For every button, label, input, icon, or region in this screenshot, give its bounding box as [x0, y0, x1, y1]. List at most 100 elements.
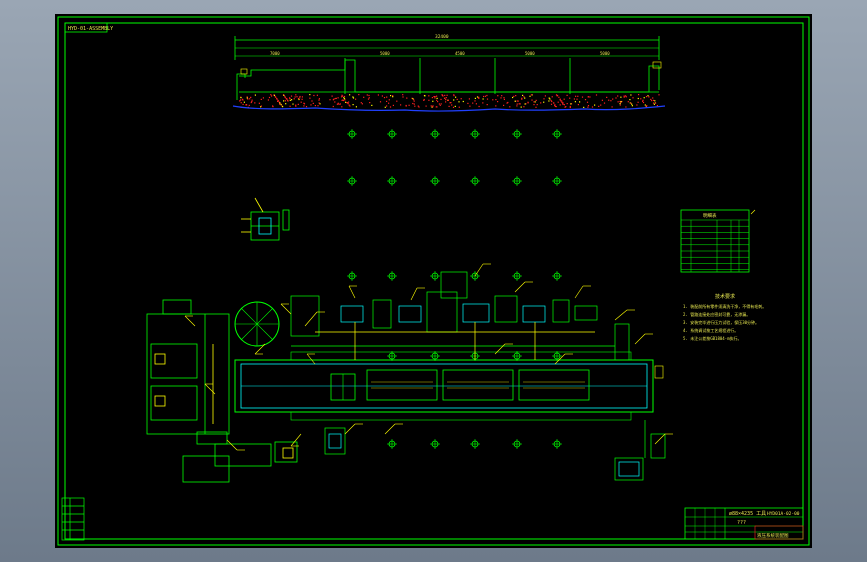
soil-dot — [368, 94, 370, 97]
soil-dot — [434, 97, 436, 99]
soil-dot — [379, 101, 382, 103]
soil-dot — [576, 98, 578, 100]
soil-dot — [371, 104, 373, 106]
soil-dot — [289, 105, 291, 107]
soil-dot — [294, 96, 296, 98]
pile-marker — [470, 129, 480, 139]
soil-dot — [297, 97, 300, 100]
soil-dot — [309, 94, 311, 96]
pile-marker — [347, 176, 357, 186]
soil-dot — [289, 99, 291, 101]
soil-dot — [289, 98, 291, 100]
soil-dot — [612, 98, 614, 100]
note-4: 4. 系统调试按工艺规程进行。 — [683, 327, 738, 333]
soil-dot — [452, 106, 455, 108]
soil-dot — [497, 95, 499, 97]
pile-marker — [387, 439, 397, 449]
soil-dot — [250, 96, 252, 98]
soil-dot — [486, 98, 489, 100]
pile-marker — [347, 129, 357, 139]
soil-dot — [352, 104, 354, 106]
elevation-view: 32400 7000 5000 4500 5000 5000 — [232, 34, 666, 112]
soil-dot — [468, 98, 470, 100]
soil-dot — [579, 101, 581, 103]
drawing-number: ø88×4235 工具 — [729, 511, 766, 517]
detail-view — [241, 197, 290, 241]
soil-dot — [436, 95, 438, 97]
soil-dot — [342, 99, 344, 101]
soil-dot — [437, 101, 439, 103]
pile-marker — [430, 176, 440, 186]
soil-dot — [301, 96, 303, 98]
soil-dot — [474, 100, 476, 102]
cad-drawing[interactable]: HYD-01-ASSEMBLY 32400 7000 5000 4500 500… — [55, 14, 812, 548]
soil-dot — [245, 104, 248, 106]
soil-dot — [553, 102, 555, 104]
soil-dot — [260, 105, 262, 107]
soil-dot — [384, 106, 386, 108]
soil-dot — [551, 96, 553, 98]
soil-dot — [534, 101, 536, 103]
soil-dot — [611, 106, 613, 108]
top-dim-5: 5000 — [600, 51, 610, 56]
soil-dot — [301, 98, 303, 100]
pile-marker — [552, 129, 562, 139]
soil-dot — [551, 100, 553, 103]
soil-dot — [254, 102, 256, 104]
soil-dot — [503, 98, 505, 100]
soil-dot — [284, 100, 286, 102]
soil-dot — [402, 96, 404, 98]
soil-dot — [566, 103, 568, 105]
title-footer: 液压系统装配图 — [757, 532, 789, 539]
soil-dot — [631, 105, 633, 107]
soil-dot — [527, 102, 529, 104]
soil-dot — [476, 96, 479, 98]
soil-dot — [402, 94, 404, 96]
soil-dot — [352, 97, 355, 99]
soil-dot — [517, 100, 519, 102]
soil-dot — [594, 104, 596, 106]
soil-dot — [428, 99, 430, 101]
leader-callout — [614, 309, 635, 321]
soil-dot — [565, 106, 567, 108]
soil-dot — [523, 96, 525, 98]
soil-dot — [625, 96, 627, 98]
soil-dot — [423, 99, 425, 101]
soil-dot — [305, 106, 308, 108]
soil-dot — [279, 102, 281, 104]
soil-dot — [300, 101, 302, 103]
soil-dot — [262, 97, 264, 99]
soil-dot — [283, 94, 285, 96]
soil-dot — [436, 97, 438, 99]
soil-dot — [566, 94, 568, 96]
leader-callout — [410, 287, 425, 301]
soil-dot — [503, 97, 505, 99]
soil-dot — [413, 103, 415, 105]
soil-dot — [303, 105, 305, 107]
soil-dot — [482, 102, 484, 104]
drawing-name: ??? — [737, 520, 746, 526]
cad-viewport[interactable]: HYD-01-ASSEMBLY 32400 7000 5000 4500 500… — [55, 14, 812, 548]
soil-dot — [329, 99, 331, 101]
soil-dot — [386, 96, 388, 98]
soil-dot — [442, 95, 444, 97]
soil-dot — [560, 100, 562, 102]
pile-marker — [512, 271, 522, 281]
soil-dot — [658, 94, 660, 96]
soil-dot — [600, 104, 602, 106]
soil-dot — [450, 102, 452, 104]
soil-dot — [524, 103, 526, 105]
soil-dot — [276, 98, 278, 100]
soil-dot — [472, 102, 474, 104]
leader-callout — [184, 315, 196, 327]
soil-dot — [367, 98, 370, 100]
leader-callout — [306, 353, 316, 365]
soil-dot — [535, 106, 537, 108]
soil-dot — [516, 105, 518, 107]
soil-dot — [286, 98, 288, 100]
soil-dot — [617, 101, 619, 103]
soil-dot — [283, 100, 285, 102]
soil-dot — [337, 97, 339, 99]
soil-dot — [630, 94, 632, 96]
soil-dot — [625, 106, 627, 108]
